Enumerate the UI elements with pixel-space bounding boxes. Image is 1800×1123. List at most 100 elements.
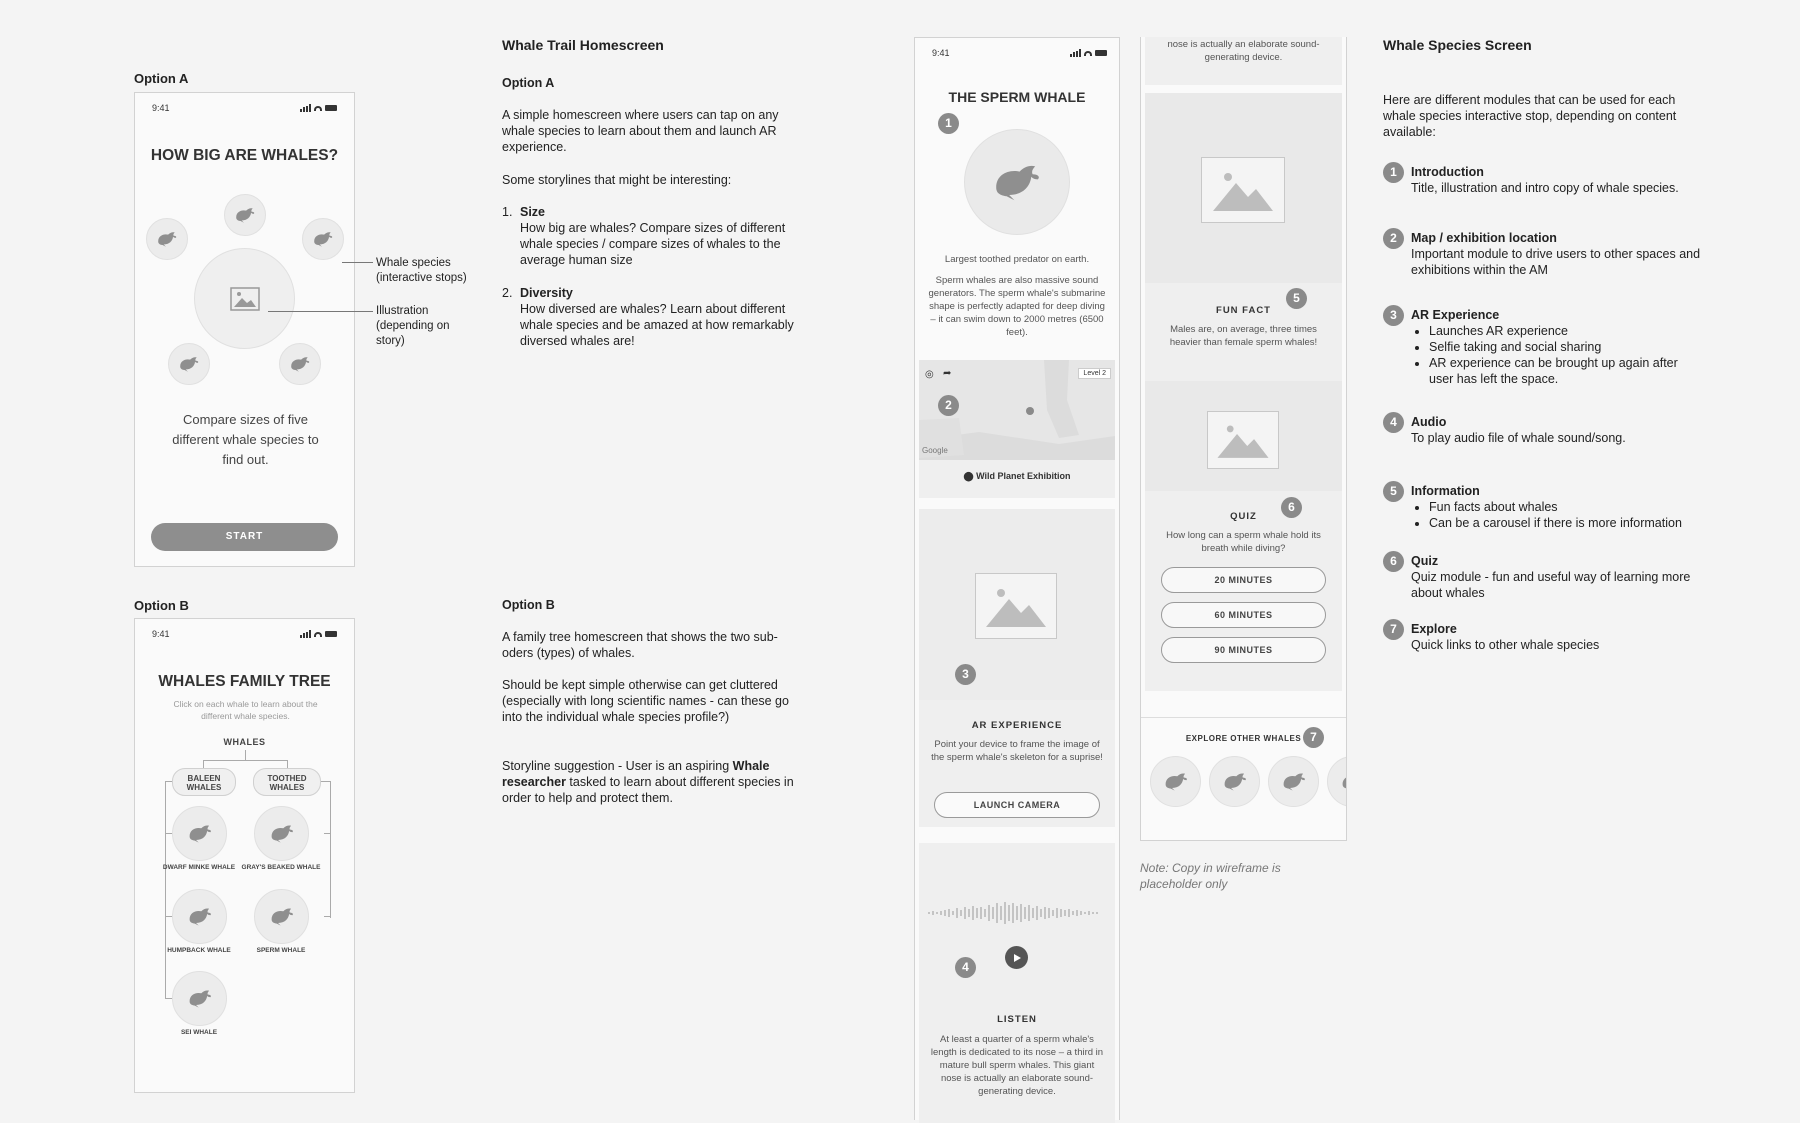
legend-title: Quiz [1411,554,1439,568]
whale-species-button[interactable] [302,218,344,260]
battery-icon [1095,50,1107,56]
callout-illustration: Illustration (depending on story) [376,305,450,347]
explore-carousel[interactable] [1141,752,1346,812]
listen-module: LISTEN At least a quarter of a sperm wha… [919,843,1115,1123]
listen-title: LISTEN [997,1014,1037,1025]
option-a-phone: 9:41 HOW BIG ARE WHALES? Compare sizes o… [134,92,355,567]
legend-title: Information [1411,484,1480,498]
whale-icon [271,825,293,843]
tree-connector [324,916,330,917]
image-icon [986,589,1046,627]
whale-species-button[interactable] [279,343,321,385]
whale-icon [1283,773,1305,791]
legend-bullet: Selfie taking and social sharing [1429,339,1701,355]
status-bar: 9:41 [152,103,337,115]
map-pin [1026,407,1034,415]
page-subtitle: Click on each whale to learn about the d… [173,699,318,721]
species-illustration [964,129,1070,235]
legend-bullet: Fun facts about whales [1429,499,1711,515]
signal-icon [300,630,311,638]
legend-body: Title, illustration and intro copy of wh… [1411,181,1679,195]
illustration-placeholder [194,248,295,349]
whale-node-button[interactable] [172,889,227,944]
tree-connector [330,781,331,918]
start-button[interactable]: START [151,523,338,551]
whale-name: SEI WHALE [180,1029,218,1036]
branch-baleen[interactable]: BALEEN WHALES [172,768,236,796]
explore-whale-button[interactable] [1150,756,1201,807]
quiz-question: How long can a sperm whale hold its brea… [1166,530,1321,554]
whale-node-button[interactable] [254,806,309,861]
legend-bullet: Can be a carousel if there is more infor… [1429,515,1711,531]
legend-item: Audio To play audio file of whale sound/… [1411,414,1701,446]
module-marker: 3 [955,664,976,685]
listen-module-end: nose is actually an elaborate sound-gene… [1145,37,1342,85]
explore-whale-button[interactable] [1327,756,1346,807]
storyline-suggestion: Storyline suggestion - User is an aspiri… [502,758,798,806]
launch-camera-button[interactable]: LAUNCH CAMERA [934,792,1100,818]
option-a-description: Compare sizes of five different whale sp… [172,412,319,467]
map-attribution: Google [922,446,948,455]
share-icon[interactable]: ➦ [943,368,951,379]
storyline-prefix: Storyline suggestion - User is an aspiri… [502,759,733,773]
divider [1141,717,1346,718]
tree-connector [203,760,287,761]
whale-species-button[interactable] [146,218,188,260]
legend-title: Introduction [1411,165,1484,179]
fact-body: Males are, on average, three times heavi… [1169,324,1318,348]
whale-species-button[interactable] [224,194,266,236]
legend-body: Important module to drive users to other… [1411,247,1701,277]
signal-icon [1070,49,1081,57]
tree-connector [245,750,246,760]
waveform [928,902,1098,924]
tree-connector [324,833,330,834]
status-bar: 9:41 [932,48,1107,60]
homescreen-heading: Whale Trail Homescreen [502,37,664,53]
legend-marker: 1 [1383,162,1404,183]
locate-icon[interactable]: ◎ [925,369,934,380]
explore-whale-button[interactable] [1268,756,1319,807]
module-marker: 7 [1303,727,1324,748]
legend-bullets: Launches AR experience Selfie taking and… [1411,323,1701,387]
tree-connector [165,781,166,998]
fun-fact-module: FUN FACT Males are, on average, three ti… [1145,93,1342,408]
whale-icon [158,232,177,247]
wifi-icon [314,631,322,637]
legend-bullet: Launches AR experience [1429,323,1701,339]
tree-root: WHALES [223,737,266,747]
ar-body: Point your device to frame the image of … [931,739,1103,763]
quiz-option-button[interactable]: 20 MINUTES [1161,567,1326,593]
explore-whale-button[interactable] [1209,756,1260,807]
image-placeholder [1201,157,1285,223]
species-notes-heading: Whale Species Screen [1383,37,1532,53]
species-phone: 9:41 THE SPERM WHALE Largest toothed pre… [914,37,1120,1123]
legend-marker: 2 [1383,228,1404,249]
option-b-note: Should be kept simple otherwise can get … [502,678,789,724]
module-marker: 1 [938,113,959,134]
map-location[interactable]: ⬤ Wild Planet Exhibition [919,471,1115,482]
option-a-label: Option A [134,71,189,86]
whale-name: GRAY'S BEAKED WHALE [241,864,321,871]
quiz-option-button[interactable]: 60 MINUTES [1161,602,1326,628]
legend-body: Quiz module - fun and useful way of lear… [1411,570,1691,600]
legend-marker: 5 [1383,481,1404,502]
play-button[interactable] [1005,946,1028,969]
whale-node-button[interactable] [254,889,309,944]
page-title: HOW BIG ARE WHALES? [150,147,339,164]
whale-icon [1224,773,1246,791]
map-module: ◎ ➦ Level 2 Google ⬤ Wild Planet Exhibit… [919,360,1115,498]
callout-line [268,311,373,312]
listen-body: At least a quarter of a sperm whale's le… [930,1034,1104,1097]
whale-icon [189,825,211,843]
species-title: THE SPERM WHALE [948,89,1086,105]
whale-node-button[interactable] [172,971,227,1026]
battery-icon [325,631,337,637]
fact-title: FUN FACT [1216,305,1271,316]
quiz-option-button[interactable]: 90 MINUTES [1161,637,1326,663]
whale-species-button[interactable] [168,343,210,385]
storyline-body: How diversed are whales? Learn about dif… [520,302,794,348]
branch-toothed[interactable]: TOOTHED WHALES [253,768,321,796]
whale-node-button[interactable] [172,806,227,861]
legend-marker: 7 [1383,619,1404,640]
tree-connector [321,781,330,782]
